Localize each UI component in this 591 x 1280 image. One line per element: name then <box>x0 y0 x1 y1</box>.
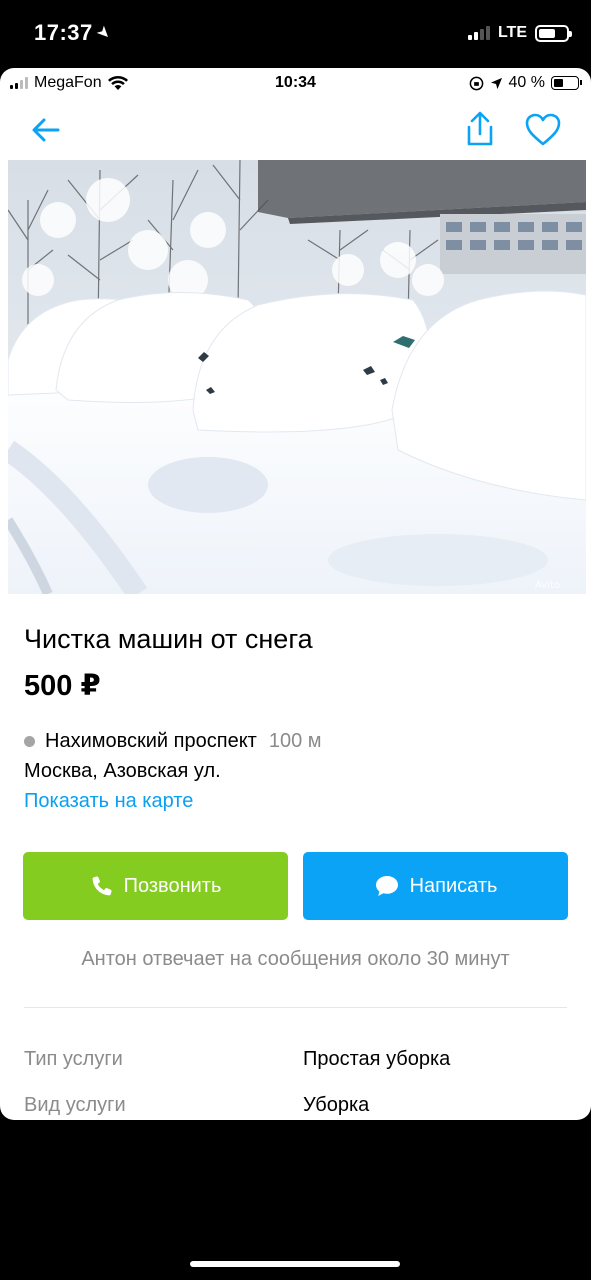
metro-station-name: Нахимовский проспект <box>45 730 257 752</box>
network-type: LTE <box>497 24 527 41</box>
param-value: Простая уборка <box>303 1048 451 1070</box>
call-button[interactable]: Позвонить <box>23 852 288 920</box>
write-button-label: Написать <box>409 874 498 897</box>
share-button[interactable] <box>462 110 498 148</box>
metro-line-dot-icon <box>24 736 35 747</box>
app-status-right: 40 % <box>469 74 582 92</box>
device-status-right: LTE <box>467 24 572 42</box>
phone-icon <box>92 876 112 896</box>
listing-price: 500 ₽ <box>24 670 101 702</box>
orientation-lock-icon <box>469 76 483 90</box>
app-status-bar: MegaFon 10:34 40 % <box>0 68 591 100</box>
heart-icon <box>525 113 561 146</box>
app-screen: MegaFon 10:34 40 % Avito Чистка машин от… <box>0 68 591 1120</box>
battery-icon <box>535 24 572 42</box>
listing-address: Москва, Азовская ул. <box>24 760 221 782</box>
back-button[interactable] <box>28 112 64 148</box>
chat-bubble-icon <box>375 876 398 896</box>
location-arrow-icon: ➤ <box>92 22 115 45</box>
device-time: 17:37➤ <box>34 20 115 45</box>
call-button-label: Позвонить <box>123 874 222 897</box>
arrow-left-icon <box>32 118 60 142</box>
signal-icon <box>467 26 490 40</box>
top-nav <box>0 100 591 160</box>
metro-distance: 100 м <box>268 730 322 752</box>
home-indicator[interactable] <box>190 1261 400 1267</box>
seller-reply-time: Антон отвечает на сообщения около 30 мин… <box>81 948 510 970</box>
show-on-map-link[interactable]: Показать на карте <box>24 790 193 813</box>
listing-photo[interactable]: Avito <box>8 160 586 594</box>
param-label: Тип услуги <box>24 1048 123 1070</box>
metro-station: Нахимовский проспект 100 м <box>24 730 322 753</box>
location-icon <box>490 77 502 89</box>
battery-percent: 40 % <box>508 74 545 91</box>
listing-title: Чистка машин от снега <box>24 624 313 654</box>
share-icon <box>467 111 493 146</box>
section-divider <box>24 1007 567 1008</box>
photo-watermark: Avito <box>535 580 560 591</box>
param-label: Вид услуги <box>24 1094 126 1116</box>
battery-icon <box>551 76 582 90</box>
write-button[interactable]: Написать <box>303 852 568 920</box>
snow-covered-cars-image: Avito <box>8 160 586 594</box>
param-value: Уборка <box>303 1094 370 1116</box>
device-status-bar: 17:37➤ LTE <box>0 0 591 68</box>
favorite-button[interactable] <box>524 112 562 148</box>
